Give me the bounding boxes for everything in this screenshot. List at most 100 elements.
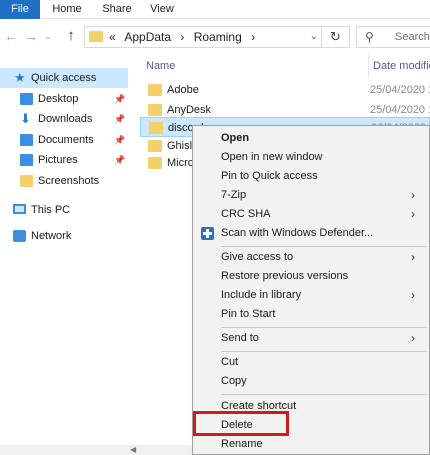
pin-icon: 📌 <box>114 155 126 165</box>
menu-item-7zip[interactable]: 7-Zip › <box>193 186 429 205</box>
submenu-arrow-icon: › <box>411 288 415 302</box>
folder-icon <box>20 175 33 187</box>
pin-icon: 📌 <box>114 94 126 104</box>
sidebar-item-label: Network <box>31 230 72 242</box>
menu-item-label: Scan with Windows Defender... <box>221 227 374 239</box>
folder-icon <box>149 122 163 134</box>
star-icon: ★ <box>14 70 26 85</box>
column-header-name[interactable]: Name <box>146 54 175 78</box>
tab-home[interactable]: Home <box>50 0 84 19</box>
menu-item-crc-sha[interactable]: CRC SHA › <box>193 205 429 224</box>
menu-item-pin-start[interactable]: Pin to Start <box>193 305 429 324</box>
file-row[interactable]: Adobe 25/04/2020 15 <box>140 80 430 100</box>
sidebar-item-label: Pictures <box>38 154 78 166</box>
submenu-arrow-icon: › <box>411 250 415 264</box>
tab-view[interactable]: View <box>146 0 178 19</box>
folder-icon <box>148 104 162 116</box>
menu-item-label: Restore previous versions <box>221 270 349 282</box>
network-icon <box>13 230 26 242</box>
navigation-bar: ← → ⌄ ↑ « AppData › Roaming › ⌄ ↻ ⚲ Sear… <box>0 20 430 54</box>
menu-item-label: Open in new window <box>221 151 323 163</box>
refresh-button[interactable]: ↻ <box>322 26 350 48</box>
menu-item-label: CRC SHA <box>221 208 271 220</box>
menu-item-label: Pin to Quick access <box>221 170 318 182</box>
up-button[interactable]: ↑ <box>62 26 80 46</box>
menu-item-open-new-window[interactable]: Open in new window <box>193 148 429 167</box>
tab-file[interactable]: File <box>0 0 40 19</box>
delete-highlight-box <box>193 411 289 436</box>
breadcrumb: « AppData › Roaming › <box>109 27 261 47</box>
menu-item-cut[interactable]: Cut <box>193 353 429 372</box>
context-menu: Open Open in new window Pin to Quick acc… <box>192 125 430 455</box>
menu-item-label: 7-Zip <box>221 189 247 201</box>
address-dropdown-icon[interactable]: ⌄ <box>310 27 318 47</box>
menu-item-label: Open <box>221 132 250 144</box>
menu-item-label: Rename <box>221 438 263 450</box>
address-bar[interactable]: « AppData › Roaming › ⌄ <box>84 26 322 48</box>
file-date: 25/04/2020 15 <box>370 84 430 96</box>
sidebar-item-label: Desktop <box>38 93 79 105</box>
folder-icon <box>148 157 162 169</box>
submenu-arrow-icon: › <box>411 331 415 345</box>
breadcrumb-separator-icon[interactable]: › <box>251 30 255 44</box>
sidebar-item-label: Screenshots <box>38 175 100 187</box>
menu-item-copy[interactable]: Copy <box>193 372 429 391</box>
menu-item-rename[interactable]: Rename <box>193 435 429 454</box>
sidebar-item-screenshots[interactable]: Screenshots <box>0 171 128 191</box>
documents-icon <box>20 134 33 146</box>
sidebar-item-desktop[interactable]: Desktop 📌 <box>0 89 128 109</box>
sidebar-item-documents[interactable]: Documents 📌 <box>0 130 128 150</box>
desktop-icon <box>20 93 33 105</box>
sidebar-item-label: Downloads <box>38 113 93 125</box>
folder-icon <box>148 84 162 96</box>
submenu-arrow-icon: › <box>411 207 415 221</box>
back-button[interactable]: ← <box>2 26 20 46</box>
download-icon: ⬇ <box>20 111 31 126</box>
breadcrumb-overflow[interactable]: « <box>109 30 116 44</box>
sidebar-item-label: Quick access <box>31 72 97 84</box>
menu-item-label: Cut <box>221 356 239 368</box>
defender-shield-icon <box>201 227 214 240</box>
search-input[interactable]: ⚲ Search R <box>356 26 430 48</box>
menu-item-label: Send to <box>221 332 259 344</box>
recent-locations-button[interactable]: ⌄ <box>42 26 54 46</box>
search-icon: ⚲ <box>365 30 374 44</box>
menu-item-open[interactable]: Open <box>193 129 429 148</box>
breadcrumb-separator-icon[interactable]: › <box>180 30 184 44</box>
menu-separator <box>221 327 427 328</box>
pin-icon: 📌 <box>114 114 126 124</box>
menu-item-send-to[interactable]: Send to › <box>193 329 429 348</box>
sidebar-item-pictures[interactable]: Pictures 📌 <box>0 150 128 170</box>
breadcrumb-roaming[interactable]: Roaming <box>194 30 242 44</box>
sidebar-item-this-pc[interactable]: This PC <box>0 200 128 220</box>
folder-icon <box>148 140 162 152</box>
menu-item-label: Include in library <box>221 289 302 301</box>
navigation-pane: ★ Quick access Desktop 📌 ⬇ Downloads 📌 D… <box>0 62 130 455</box>
sidebar-item-label: Documents <box>38 134 94 146</box>
menu-separator <box>221 394 427 395</box>
column-header-date-modified[interactable]: Date modified <box>368 54 430 78</box>
menu-item-label: Pin to Start <box>221 308 276 320</box>
folder-icon <box>89 31 103 42</box>
menu-item-give-access[interactable]: Give access to › <box>193 248 429 267</box>
breadcrumb-appdata[interactable]: AppData <box>124 30 171 44</box>
tab-share[interactable]: Share <box>100 0 134 19</box>
computer-icon <box>13 204 26 214</box>
menu-item-pin-quick-access[interactable]: Pin to Quick access <box>193 167 429 186</box>
sidebar-item-label: This PC <box>31 204 71 216</box>
pin-icon: 📌 <box>114 135 126 145</box>
forward-button[interactable]: → <box>22 26 40 46</box>
menu-separator <box>221 351 427 352</box>
menu-item-restore-versions[interactable]: Restore previous versions <box>193 267 429 286</box>
search-placeholder: Search R <box>395 31 430 43</box>
menu-item-include-library[interactable]: Include in library › <box>193 286 429 305</box>
horizontal-scrollbar[interactable]: ◀ <box>0 445 192 455</box>
submenu-arrow-icon: › <box>411 188 415 202</box>
scroll-left-icon[interactable]: ◀ <box>130 445 136 455</box>
sidebar-item-network[interactable]: Network <box>0 226 128 246</box>
sidebar-item-downloads[interactable]: ⬇ Downloads 📌 <box>0 109 128 129</box>
file-name: Adobe <box>167 84 199 96</box>
sidebar-item-quick-access[interactable]: ★ Quick access <box>0 68 128 88</box>
ribbon-tabs: File Home Share View <box>0 0 430 19</box>
menu-item-scan-defender[interactable]: Scan with Windows Defender... <box>193 224 429 243</box>
